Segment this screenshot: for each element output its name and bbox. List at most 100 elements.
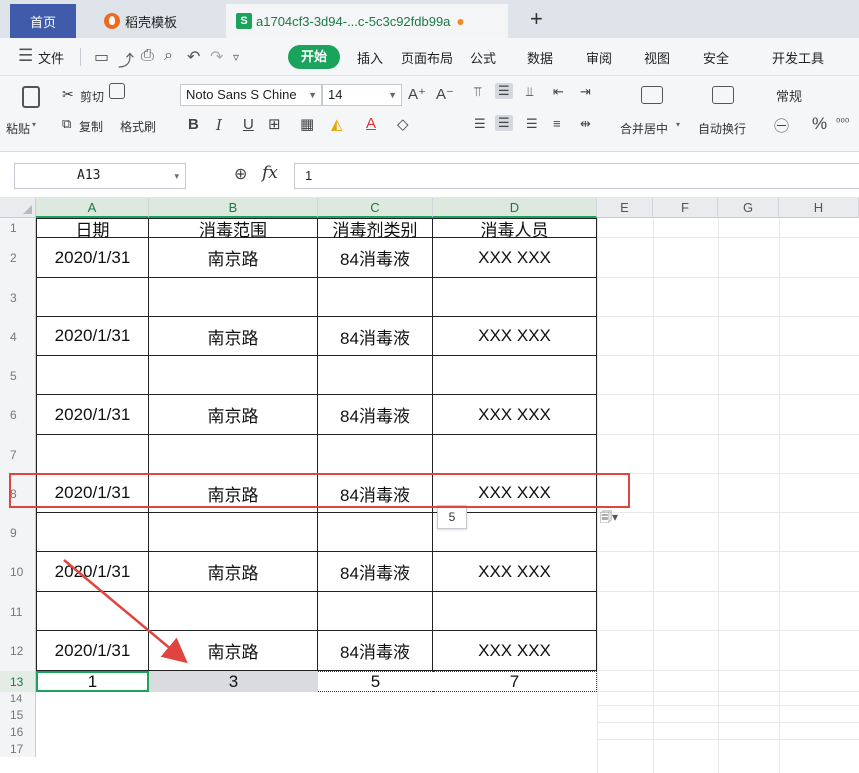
font-color-icon[interactable]: A <box>366 115 376 132</box>
cell-b7[interactable] <box>149 435 318 474</box>
menu-file[interactable]: 文件 <box>38 48 64 67</box>
menu-data[interactable]: 数据 <box>527 48 553 67</box>
number-format-select[interactable]: 常规 <box>776 86 802 105</box>
cell-c10[interactable]: 84消毒液 <box>318 552 433 592</box>
menu-developer[interactable]: 开发工具 <box>772 48 824 67</box>
cell-d4[interactable]: XXX XXX <box>433 317 597 356</box>
cell-c9[interactable] <box>318 513 433 552</box>
currency-icon[interactable]: ㊀ <box>774 115 789 136</box>
cell-b4[interactable]: 南京路 <box>149 317 318 356</box>
column-header-h[interactable]: H <box>779 198 859 218</box>
align-top-icon[interactable]: ⫪ <box>474 84 481 100</box>
cell-a2[interactable]: 2020/1/31 <box>36 238 149 278</box>
column-header-g[interactable]: G <box>718 198 779 218</box>
cell-c6[interactable]: 84消毒液 <box>318 395 433 435</box>
cell-c11[interactable] <box>318 592 433 631</box>
menu-formulas[interactable]: 公式 <box>470 48 496 67</box>
cell-a12[interactable]: 2020/1/31 <box>36 631 149 671</box>
format-painter-icon[interactable] <box>109 83 125 99</box>
row-header-6[interactable]: 6 <box>0 395 36 435</box>
align-bottom-icon[interactable]: ⫫ <box>526 84 533 100</box>
merge-center-icon[interactable] <box>641 86 663 104</box>
cell-a1[interactable]: 日期 <box>36 218 149 240</box>
wrap-text-label[interactable]: 自动换行 <box>698 120 746 137</box>
paste-dropdown-icon[interactable]: ▾ <box>32 120 36 129</box>
save-icon[interactable]: ▭ <box>94 47 109 67</box>
cell-c7[interactable] <box>318 435 433 474</box>
row-header-2[interactable]: 2 <box>0 238 36 278</box>
percent-icon[interactable]: % <box>812 114 827 134</box>
indent-increase-icon[interactable]: ⇥ <box>580 84 591 100</box>
italic-icon[interactable]: I <box>216 116 222 134</box>
cell-a9[interactable] <box>36 513 149 552</box>
cell-a13[interactable]: 1 <box>36 671 149 692</box>
cell-d2[interactable]: XXX XXX <box>433 238 597 278</box>
cell-a10[interactable]: 2020/1/31 <box>36 552 149 592</box>
font-size-select[interactable]: 14 ▼ <box>322 84 402 106</box>
tab-template[interactable]: 稻壳模板 <box>90 4 216 38</box>
print-preview-icon[interactable]: ⌕ <box>164 47 173 65</box>
redo-icon[interactable]: ↷ <box>210 47 223 67</box>
copy-icon[interactable]: ⧉ <box>62 116 71 132</box>
cell-d5[interactable] <box>433 356 597 395</box>
cell-a7[interactable] <box>36 435 149 474</box>
row-header-1[interactable]: 1 <box>0 218 36 238</box>
row-header-11[interactable]: 11 <box>0 592 36 631</box>
align-center-icon[interactable]: ☰ <box>495 115 513 131</box>
format-painter-label[interactable]: 格式刷 <box>120 118 156 135</box>
cell-d12[interactable]: XXX XXX <box>433 631 597 671</box>
indent-decrease-icon[interactable]: ⇤ <box>553 84 564 100</box>
cell-d7[interactable] <box>433 435 597 474</box>
cell-b6[interactable]: 南京路 <box>149 395 318 435</box>
formula-input[interactable]: 1 <box>294 163 859 189</box>
cell-c13[interactable]: 5 <box>318 671 433 692</box>
cell-c1[interactable]: 消毒剂类别 <box>318 218 433 240</box>
row-header-5[interactable]: 5 <box>0 356 36 395</box>
align-right-icon[interactable]: ☰ <box>526 116 538 132</box>
cell-b10[interactable]: 南京路 <box>149 552 318 592</box>
select-all-corner[interactable] <box>0 198 36 218</box>
menu-security[interactable]: 安全 <box>703 48 729 67</box>
border-icon[interactable]: ⊞ <box>268 115 281 133</box>
row-header-3[interactable]: 3 <box>0 278 36 317</box>
customize-dropdown-icon[interactable]: ▿ <box>233 50 239 64</box>
zoom-search-icon[interactable]: ⊕ <box>234 164 247 184</box>
cell-b13[interactable]: 3 <box>149 671 318 692</box>
fill-color-icon[interactable]: ◭ <box>331 115 343 133</box>
row-header-16[interactable]: 16 <box>0 723 36 740</box>
cell-a5[interactable] <box>36 356 149 395</box>
tab-home[interactable]: 首页 <box>10 4 76 38</box>
row-header-17[interactable]: 17 <box>0 740 36 757</box>
cell-b9[interactable] <box>149 513 318 552</box>
hamburger-menu-icon[interactable]: ☰ <box>18 46 33 66</box>
cell-a3[interactable] <box>36 278 149 317</box>
clear-format-icon[interactable]: ◇ <box>397 115 409 133</box>
undo-icon[interactable]: ↶ <box>187 47 200 67</box>
export-pdf-icon[interactable]: ⤴ <box>118 47 134 71</box>
print-icon[interactable]: ⎙ <box>141 47 154 65</box>
cell-c2[interactable]: 84消毒液 <box>318 238 433 278</box>
cell-a6[interactable]: 2020/1/31 <box>36 395 149 435</box>
row-header-12[interactable]: 12 <box>0 631 36 671</box>
row-header-10[interactable]: 10 <box>0 552 36 592</box>
cut-label[interactable]: 剪切 <box>80 88 104 105</box>
cell-a4[interactable]: 2020/1/31 <box>36 317 149 356</box>
justify-icon[interactable]: ≡ <box>553 116 561 131</box>
tab-document[interactable]: S a1704cf3-3d94-...c-5c3c92fdb99a ● <box>226 4 508 38</box>
underline-icon[interactable]: U <box>243 116 254 133</box>
cell-d6[interactable]: XXX XXX <box>433 395 597 435</box>
font-name-select[interactable]: Noto Sans S Chine ▼ <box>180 84 322 106</box>
row-header-9[interactable]: 9 <box>0 513 36 552</box>
decrease-font-icon[interactable]: A⁻ <box>436 85 454 103</box>
align-middle-icon[interactable]: ☰ <box>495 83 513 99</box>
new-tab-button[interactable]: + <box>530 6 543 32</box>
thousands-icon[interactable]: ⁰⁰⁰ <box>836 116 849 129</box>
cell-b3[interactable] <box>149 278 318 317</box>
menu-view[interactable]: 视图 <box>644 48 670 67</box>
cell-d11[interactable] <box>433 592 597 631</box>
wrap-text-icon[interactable] <box>712 86 734 104</box>
clipboard-icon[interactable]: 🗐▾ <box>600 508 618 529</box>
column-header-f[interactable]: F <box>653 198 718 218</box>
function-icon[interactable]: fx <box>262 163 278 183</box>
paste-icon[interactable] <box>22 86 40 108</box>
